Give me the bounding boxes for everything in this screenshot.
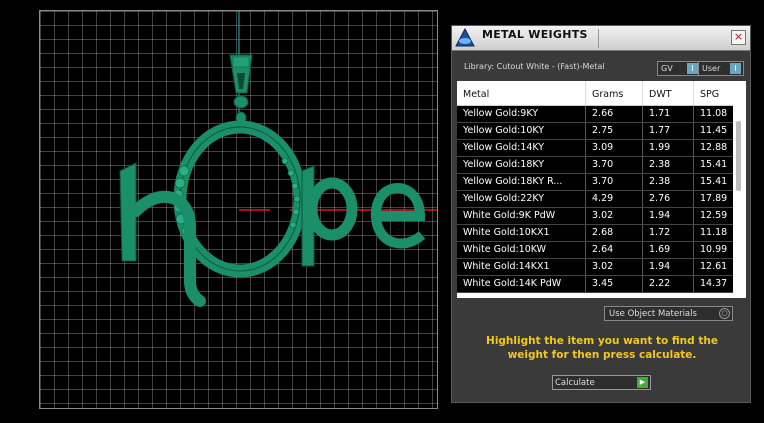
cell-dwt: 1.72 — [643, 225, 694, 241]
vertical-scrollbar[interactable] — [736, 121, 741, 191]
cell-dwt: 1.99 — [643, 140, 694, 156]
table-header: Metal Grams DWT SPG — [457, 81, 733, 106]
cell-metal: White Gold:9K PdW — [457, 208, 586, 224]
column-header-grams[interactable]: Grams — [586, 81, 643, 105]
instructions-text: Highlight the item you want to find the … — [486, 335, 718, 361]
table-row[interactable]: White Gold:14K PdW 3.45 2.22 14.37 — [457, 276, 733, 293]
close-button[interactable]: × — [731, 30, 746, 45]
gv-toggle-box-icon: I — [687, 63, 698, 74]
cell-dwt: 1.69 — [643, 242, 694, 258]
cell-spg: 11.45 — [700, 125, 728, 136]
cell-spg: 12.59 — [700, 210, 728, 221]
cell-spg: 11.18 — [700, 227, 728, 238]
cell-metal: White Gold:14KX1 — [457, 259, 586, 275]
gv-toggle-label: GV — [661, 64, 673, 73]
cell-spg: 12.88 — [700, 142, 728, 153]
library-label: Library: Cutout White - (Fast)-Metal — [464, 62, 605, 71]
dropdown-circle-icon: ○ — [719, 308, 730, 319]
table-row[interactable]: White Gold:14KX1 3.02 1.94 12.61 — [457, 259, 733, 276]
table-row[interactable]: Yellow Gold:22KY 4.29 2.76 17.89 — [457, 191, 733, 208]
cell-dwt: 2.38 — [643, 157, 694, 173]
table-row[interactable]: Yellow Gold:18KY R... 3.70 2.38 15.41 — [457, 174, 733, 191]
cell-spg: 15.41 — [700, 159, 728, 170]
column-header-spg[interactable]: SPG — [694, 81, 733, 105]
viewport-3d[interactable] — [39, 10, 438, 409]
column-header-dwt[interactable]: DWT — [643, 81, 694, 105]
user-toggle-box-icon: I — [730, 63, 741, 74]
cell-spg: 10.99 — [700, 244, 728, 255]
cell-metal: White Gold:10KX1 — [457, 225, 586, 241]
cell-metal: White Gold:14K PdW — [457, 276, 586, 292]
cell-metal: Yellow Gold:22KY — [457, 191, 586, 207]
table-row[interactable]: White Gold:9K PdW 3.02 1.94 12.59 — [457, 208, 733, 225]
column-header-metal[interactable]: Metal — [457, 81, 586, 105]
pendant-o-ring — [173, 120, 307, 278]
cell-dwt: 1.94 — [643, 208, 694, 224]
table-row[interactable]: White Gold:10KX1 2.68 1.72 11.18 — [457, 225, 733, 242]
cell-dwt: 1.94 — [643, 259, 694, 275]
pendant-letter-e — [370, 183, 426, 249]
cell-spg: 14.37 — [700, 278, 728, 289]
cell-grams: 3.70 — [586, 157, 643, 173]
cell-metal: Yellow Gold:10KY — [457, 123, 586, 139]
cell-dwt: 1.77 — [643, 123, 694, 139]
cell-grams: 3.45 — [586, 276, 643, 292]
cell-metal: Yellow Gold:14KY — [457, 140, 586, 156]
table-body: Yellow Gold:9KY 2.66 1.71 11.08 Yellow Gold:… — [457, 106, 733, 293]
cell-grams: 3.02 — [586, 208, 643, 224]
table-row[interactable]: Yellow Gold:9KY 2.66 1.71 11.08 — [457, 106, 733, 123]
metal-table[interactable]: Metal Grams DWT SPG Yellow Gold:9KY 2.66 1… — [457, 81, 746, 298]
table-row[interactable]: Yellow Gold:14KY 3.09 1.99 12.88 — [457, 140, 733, 157]
cell-spg: 15.41 — [700, 176, 728, 187]
table-row[interactable]: Yellow Gold:10KY 2.75 1.77 11.45 — [457, 123, 733, 140]
cell-spg: 17.89 — [700, 193, 728, 204]
cell-dwt: 1.71 — [643, 106, 694, 122]
cell-grams: 3.02 — [586, 259, 643, 275]
user-toggle-label: User — [702, 64, 721, 73]
panel-title: METAL WEIGHTS — [482, 28, 588, 41]
cell-grams: 3.09 — [586, 140, 643, 156]
cell-grams: 2.66 — [586, 106, 643, 122]
gv-toggle[interactable]: GV I — [657, 61, 701, 76]
cell-spg: 11.08 — [700, 108, 728, 119]
cell-grams: 2.75 — [586, 123, 643, 139]
pendant-jump-ring — [233, 95, 249, 109]
metal-weights-panel: METAL WEIGHTS × Library: Cutout White - … — [451, 25, 751, 403]
cell-grams: 2.68 — [586, 225, 643, 241]
calculate-button[interactable]: Calculate ▶ — [552, 375, 651, 390]
calculate-label: Calculate — [555, 378, 595, 388]
cell-dwt: 2.76 — [643, 191, 694, 207]
cell-grams: 3.70 — [586, 174, 643, 190]
cell-metal: Yellow Gold:18KY R... — [457, 174, 586, 190]
pendant-model — [119, 11, 437, 307]
cell-dwt: 2.22 — [643, 276, 694, 292]
use-object-materials-label: Use Object Materials — [609, 309, 697, 319]
cell-metal: Yellow Gold:18KY — [457, 157, 586, 173]
panel-titlebar[interactable]: METAL WEIGHTS × — [452, 26, 750, 51]
cell-metal: White Gold:10KW — [457, 242, 586, 258]
cell-metal: Yellow Gold:9KY — [457, 106, 586, 122]
cell-spg: 12.61 — [700, 261, 728, 272]
cell-grams: 2.64 — [586, 242, 643, 258]
cell-dwt: 2.38 — [643, 174, 694, 190]
user-toggle[interactable]: User I — [698, 61, 744, 76]
table-row[interactable]: White Gold:10KW 2.64 1.69 10.99 — [457, 242, 733, 259]
cell-grams: 4.29 — [586, 191, 643, 207]
table-row[interactable]: Yellow Gold:18KY 3.70 2.38 15.41 — [457, 157, 733, 174]
play-icon: ▶ — [637, 377, 648, 388]
title-separator — [598, 29, 599, 48]
app-logo-icon — [455, 27, 475, 47]
use-object-materials-dropdown[interactable]: Use Object Materials ○ — [604, 306, 733, 321]
